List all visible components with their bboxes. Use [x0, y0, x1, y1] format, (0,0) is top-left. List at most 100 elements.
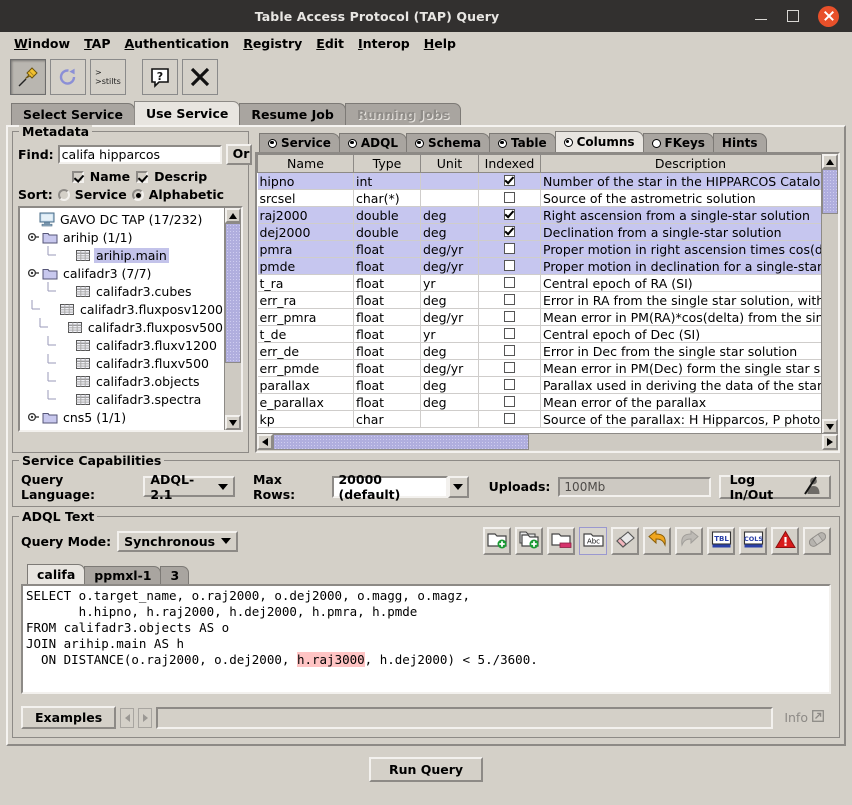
menu-help[interactable]: Help: [417, 34, 463, 53]
tree-node-arihip-1-1-[interactable]: arihip (1/1): [23, 228, 225, 246]
tree-node-cns5-1-1-[interactable]: cns5 (1/1): [23, 408, 225, 426]
example-prev-button[interactable]: [120, 708, 134, 728]
menu-tap[interactable]: TAP: [77, 34, 117, 53]
table-row[interactable]: err_rafloatdegError in RA from the singl…: [258, 292, 823, 309]
add-tab-button[interactable]: [483, 527, 511, 555]
column-header-description[interactable]: Description: [541, 155, 823, 173]
or-button[interactable]: Or: [226, 144, 252, 165]
table-row[interactable]: kpcharSource of the parallax: H Hipparco…: [258, 411, 823, 428]
tree-node-califadr3-fluxposv1200[interactable]: califadr3.fluxposv1200: [23, 300, 225, 318]
table-row[interactable]: t_rafloatyrCentral epoch of RA (SI): [258, 275, 823, 292]
copy-tab-button[interactable]: [515, 527, 543, 555]
metadata-tab-hints[interactable]: Hints: [713, 133, 767, 152]
insert-columns-button[interactable]: COLS: [739, 527, 767, 555]
table-row[interactable]: pmrafloatdeg/yrProper motion in right as…: [258, 241, 823, 258]
tree-node-califadr3-7-7-[interactable]: califadr3 (7/7): [23, 264, 225, 282]
max-rows-select[interactable]: 20000 (default): [332, 476, 468, 498]
columns-scroll-right-button[interactable]: [822, 434, 838, 450]
maximize-icon[interactable]: [786, 9, 800, 23]
pushpin-button[interactable]: [10, 59, 46, 95]
metadata-tab-fkeys[interactable]: FKeys: [643, 133, 714, 152]
table-row[interactable]: err_pmrafloatdeg/yrMean error in PM(RA)*…: [258, 309, 823, 326]
tree-node-califadr3-fluxv1200[interactable]: califadr3.fluxv1200: [23, 336, 225, 354]
column-header-indexed[interactable]: Indexed: [479, 155, 541, 173]
metadata-tab-columns[interactable]: Columns: [555, 131, 644, 152]
max-rows-value[interactable]: 20000 (default): [332, 476, 447, 498]
columns-scroll-up-button[interactable]: [822, 154, 838, 169]
name-checkbox[interactable]: [72, 171, 84, 183]
table-row[interactable]: err_pmdefloatdeg/yrMean error in PM(Dec)…: [258, 360, 823, 377]
clear-button[interactable]: [611, 527, 639, 555]
column-header-unit[interactable]: Unit: [421, 155, 479, 173]
metadata-tab-schema[interactable]: Schema: [406, 133, 490, 152]
remove-tab-button[interactable]: [547, 527, 575, 555]
columns-horizontal-scrollbar[interactable]: [257, 433, 838, 451]
tree-scroll-up-button[interactable]: [225, 208, 241, 223]
tree-node-arihip-main[interactable]: arihip.main: [23, 246, 225, 264]
query-tab-3[interactable]: 3: [160, 566, 189, 584]
descrip-checkbox[interactable]: [136, 171, 148, 183]
error-button[interactable]: [771, 527, 799, 555]
close-icon[interactable]: [818, 6, 839, 27]
tree-vertical-scrollbar[interactable]: [224, 208, 241, 430]
tree-node-cns5update-1-1-[interactable]: cns5update (1/1): [23, 426, 225, 430]
example-next-button[interactable]: [138, 708, 152, 728]
examples-button[interactable]: Examples: [21, 706, 116, 729]
table-row[interactable]: pmdefloatdeg/yrProper motion in declinat…: [258, 258, 823, 275]
query-tab-ppmxl-1[interactable]: ppmxl-1: [84, 566, 161, 584]
sort-alphabetic-radio[interactable]: [132, 189, 144, 201]
tree-node-califadr3-objects[interactable]: califadr3.objects: [23, 372, 225, 390]
example-display-field[interactable]: [156, 707, 773, 729]
table-row[interactable]: dej2000doubledegDeclination from a singl…: [258, 224, 823, 241]
metadata-tree[interactable]: GAVO DC TAP (17/232)arihip (1/1)arihip.m…: [18, 206, 243, 432]
tab-use-service[interactable]: Use Service: [134, 101, 240, 125]
sort-service-radio[interactable]: [58, 189, 70, 201]
minimize-icon[interactable]: [754, 9, 768, 23]
table-row[interactable]: raj2000doubledegRight ascension from a s…: [258, 207, 823, 224]
table-row[interactable]: e_parallaxfloatdegMean error of the para…: [258, 394, 823, 411]
table-row[interactable]: t_defloatyrCentral epoch of Dec (SI): [258, 326, 823, 343]
tree-node-gavo-dc-tap-17-232-[interactable]: GAVO DC TAP (17/232): [23, 210, 225, 228]
table-row[interactable]: parallaxfloatdegParallax used in derivin…: [258, 377, 823, 394]
search-input[interactable]: [58, 145, 222, 164]
menu-interop[interactable]: Interop: [351, 34, 417, 53]
tree-node-califadr3-fluxv500[interactable]: califadr3.fluxv500: [23, 354, 225, 372]
menu-edit[interactable]: Edit: [309, 34, 351, 53]
max-rows-dropdown-button[interactable]: [448, 476, 469, 498]
reload-button[interactable]: [50, 59, 86, 95]
table-row[interactable]: err_defloatdegError in Dec from the sing…: [258, 343, 823, 360]
help-button[interactable]: ?: [142, 59, 178, 95]
log-in-out-button[interactable]: Log In/Out: [719, 475, 831, 499]
close-window-button[interactable]: [182, 59, 218, 95]
columns-hscroll-thumb[interactable]: [273, 434, 529, 450]
rename-tab-button[interactable]: Abc: [579, 527, 607, 555]
tree-scroll-down-button[interactable]: [225, 415, 241, 430]
metadata-tab-service[interactable]: Service: [259, 133, 340, 152]
tab-select-service[interactable]: Select Service: [11, 103, 135, 125]
undo-button[interactable]: [643, 527, 671, 555]
tree-node-califadr3-fluxposv500[interactable]: califadr3.fluxposv500: [23, 318, 225, 336]
columns-vertical-scrollbar[interactable]: [821, 154, 838, 434]
column-header-type[interactable]: Type: [354, 155, 421, 173]
query-language-select[interactable]: ADQL-2.1: [143, 476, 235, 497]
menu-registry[interactable]: Registry: [236, 34, 309, 53]
tab-resume-job[interactable]: Resume Job: [239, 103, 345, 125]
tree-scroll-thumb[interactable]: [225, 223, 241, 363]
metadata-tab-table[interactable]: Table: [489, 133, 556, 152]
tree-node-califadr3-cubes[interactable]: califadr3.cubes: [23, 282, 225, 300]
insert-table-button[interactable]: TBL: [707, 527, 735, 555]
query-tab-califa[interactable]: califa: [27, 564, 85, 584]
columns-scroll-down-button[interactable]: [822, 419, 838, 434]
menu-window[interactable]: Window: [7, 34, 77, 53]
column-header-name[interactable]: Name: [258, 155, 354, 173]
columns-table-container[interactable]: NameTypeUnitIndexedDescription hipnointN…: [255, 152, 840, 453]
query-mode-select[interactable]: Synchronous: [117, 531, 238, 552]
menu-authentication[interactable]: Authentication: [117, 34, 236, 53]
metadata-tab-adql[interactable]: ADQL: [339, 133, 407, 152]
query-text-area[interactable]: SELECT o.target_name, o.raj2000, o.dej20…: [21, 584, 831, 694]
run-query-button[interactable]: Run Query: [369, 757, 483, 782]
columns-scroll-thumb[interactable]: [822, 169, 838, 214]
tree-node-califadr3-spectra[interactable]: califadr3.spectra: [23, 390, 225, 408]
table-row[interactable]: srcselchar(*)Source of the astrometric s…: [258, 190, 823, 207]
table-row[interactable]: hipnointNumber of the star in the HIPPAR…: [258, 173, 823, 190]
